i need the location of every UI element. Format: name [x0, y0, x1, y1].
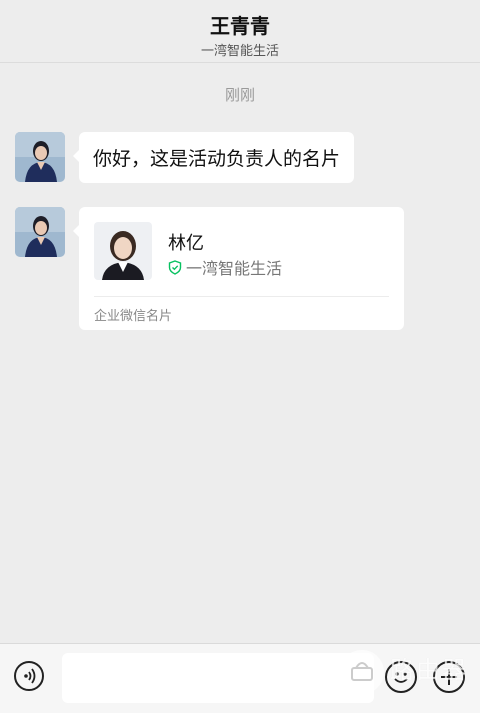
voice-icon	[24, 668, 36, 684]
watermark-logo	[340, 650, 384, 694]
contact-card-type: 企业微信名片	[94, 309, 173, 324]
verified-shield-icon	[168, 259, 182, 275]
sender-avatar[interactable]	[15, 207, 65, 257]
message-input[interactable]	[62, 653, 374, 703]
card-divider	[94, 296, 389, 297]
voice-button[interactable]	[14, 661, 44, 691]
contact-photo	[94, 222, 152, 280]
watermark: 路由器	[340, 648, 480, 704]
text-message: 你好，这是活动负责人的名片	[93, 148, 341, 170]
chat-subtitle: 一湾智能生活	[200, 44, 279, 59]
text-message-bubble[interactable]: 你好，这是活动负责人的名片	[72, 132, 355, 183]
chat-header: 王青青 一湾智能生活	[0, 0, 480, 63]
sender-avatar[interactable]	[15, 132, 65, 182]
chat-title[interactable]: 王青青	[0, 10, 480, 39]
contact-company: 一湾智能生活	[168, 255, 282, 279]
contact-name: 林亿	[168, 233, 204, 254]
contact-company-name: 一湾智能生活	[186, 259, 283, 278]
watermark-text: 路由器	[390, 656, 468, 684]
message-timestamp: 刚刚	[224, 86, 255, 104]
contact-card[interactable]: 林亿 一湾智能生活 企业微信名片	[73, 207, 404, 330]
